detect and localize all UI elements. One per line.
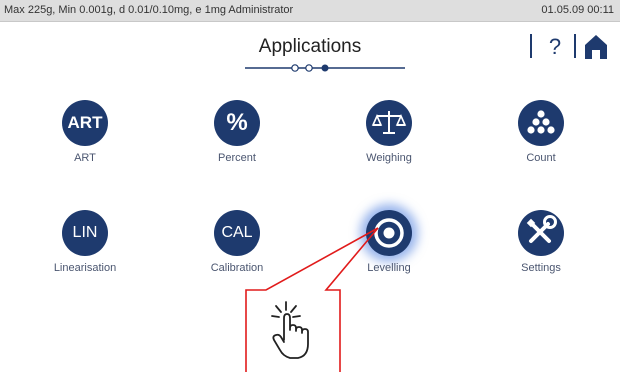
status-bar: Max 225g, Min 0.001g, d 0.01/0.10mg, e 1… <box>0 0 620 22</box>
target-icon <box>366 210 412 256</box>
page-title: Applications <box>258 36 362 57</box>
app-label: Settings <box>521 262 561 274</box>
tap-hand-icon <box>271 301 309 359</box>
date-time: 01.05.09 00:11 <box>541 4 614 16</box>
count-dots-icon <box>518 100 564 146</box>
percent-icon: % <box>214 100 260 146</box>
page-dot-3-active <box>321 64 329 72</box>
wrench-screwdriver-icon <box>518 210 564 256</box>
balance-info-text: Max 225g, Min 0.001g, d 0.01/0.10mg, e 1… <box>4 4 294 16</box>
page-dot-2 <box>305 64 313 72</box>
app-levelling-button[interactable]: Levelling <box>332 210 442 310</box>
home-icon[interactable] <box>584 34 608 60</box>
separator <box>574 34 576 58</box>
app-calibration-button[interactable]: CAL Calibration <box>180 210 290 310</box>
page-dot-1 <box>291 64 299 72</box>
app-label: Levelling <box>367 262 411 274</box>
separator <box>530 34 532 58</box>
app-label: Weighing <box>366 152 412 164</box>
page-indicator <box>245 64 405 72</box>
lin-icon: LIN <box>62 210 108 256</box>
app-weighing-button[interactable]: Weighing <box>332 100 442 200</box>
cal-icon: CAL <box>214 210 260 256</box>
help-button[interactable]: ? <box>540 33 570 61</box>
app-art-button[interactable]: ART ART <box>28 100 138 200</box>
app-label: Percent <box>218 152 256 164</box>
app-count-button[interactable]: Count <box>484 100 594 200</box>
app-label: Calibration <box>210 262 264 274</box>
app-label: ART <box>74 152 96 164</box>
art-icon: ART <box>62 100 108 146</box>
app-label: Linearisation <box>53 262 117 274</box>
app-percent-button[interactable]: % Percent <box>180 100 290 200</box>
app-label: Count <box>526 152 556 164</box>
app-settings-button[interactable]: Settings <box>484 210 594 310</box>
app-linearisation-button[interactable]: LIN Linearisation <box>28 210 138 310</box>
scale-icon <box>366 100 412 146</box>
